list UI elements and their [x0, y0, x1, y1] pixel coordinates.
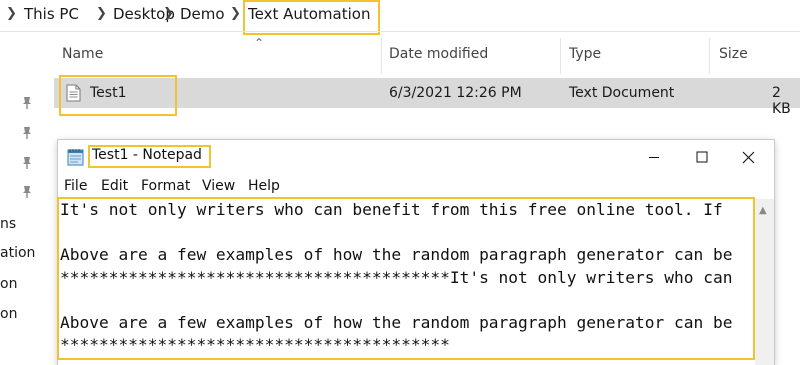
minimize-button[interactable]: [630, 140, 678, 174]
divider: [0, 31, 800, 32]
column-header-type[interactable]: Type: [569, 46, 601, 62]
highlight-box: [88, 145, 211, 168]
breadcrumb-this-pc[interactable]: This PC: [24, 5, 79, 23]
column-divider[interactable]: [709, 38, 710, 74]
column-header-size[interactable]: Size: [719, 46, 748, 62]
nav-item-label[interactable]: ns: [0, 216, 16, 232]
file-type: Text Document: [569, 85, 675, 101]
scroll-up-icon[interactable]: ▲: [759, 205, 767, 216]
minimize-icon: [649, 157, 659, 158]
highlight-box: [57, 197, 755, 360]
file-size: 2 KB: [772, 85, 791, 117]
maximize-icon: [696, 151, 708, 163]
chevron-right-icon[interactable]: ❯: [163, 6, 174, 21]
sort-ascending-icon: ⌃: [254, 36, 265, 50]
close-icon: [742, 151, 754, 163]
column-divider[interactable]: [381, 38, 382, 74]
column-header-date-modified[interactable]: Date modified: [389, 46, 488, 62]
chevron-right-icon[interactable]: ❯: [230, 6, 241, 21]
breadcrumb: ❯ This PC ❯ Desktop ❯ Demo ❯ Text Automa…: [0, 0, 800, 30]
pin-icon[interactable]: [20, 185, 34, 199]
maximize-button[interactable]: [678, 140, 726, 174]
pin-icon[interactable]: [20, 96, 34, 110]
nav-item-label[interactable]: on: [0, 276, 17, 292]
column-header-name[interactable]: Name: [62, 46, 103, 62]
menu-file[interactable]: File: [64, 178, 87, 194]
menu-view[interactable]: View: [202, 178, 235, 194]
chevron-right-icon[interactable]: ❯: [96, 6, 107, 21]
notepad-icon: [67, 149, 84, 166]
menu-help[interactable]: Help: [248, 178, 280, 194]
chevron-right-icon[interactable]: ❯: [6, 6, 17, 21]
file-date-modified: 6/3/2021 12:26 PM: [389, 85, 522, 101]
nav-item-label[interactable]: on: [0, 306, 17, 322]
menu-edit[interactable]: Edit: [101, 178, 128, 194]
nav-item-label[interactable]: ation: [0, 245, 35, 261]
column-headers: ⌃ Name Date modified Type Size: [44, 36, 800, 74]
column-divider[interactable]: [560, 38, 561, 74]
pin-icon[interactable]: [20, 156, 34, 170]
breadcrumb-demo[interactable]: Demo: [180, 5, 225, 23]
menu-bar: File Edit Format View Help: [58, 174, 774, 198]
vertical-scrollbar[interactable]: ▲: [755, 199, 774, 365]
highlight-box: [59, 75, 177, 116]
highlight-box: [243, 0, 380, 35]
navigation-pane: ns ation on on: [0, 32, 44, 365]
menu-format[interactable]: Format: [141, 178, 190, 194]
pin-icon[interactable]: [20, 126, 34, 140]
close-button[interactable]: [724, 140, 772, 174]
